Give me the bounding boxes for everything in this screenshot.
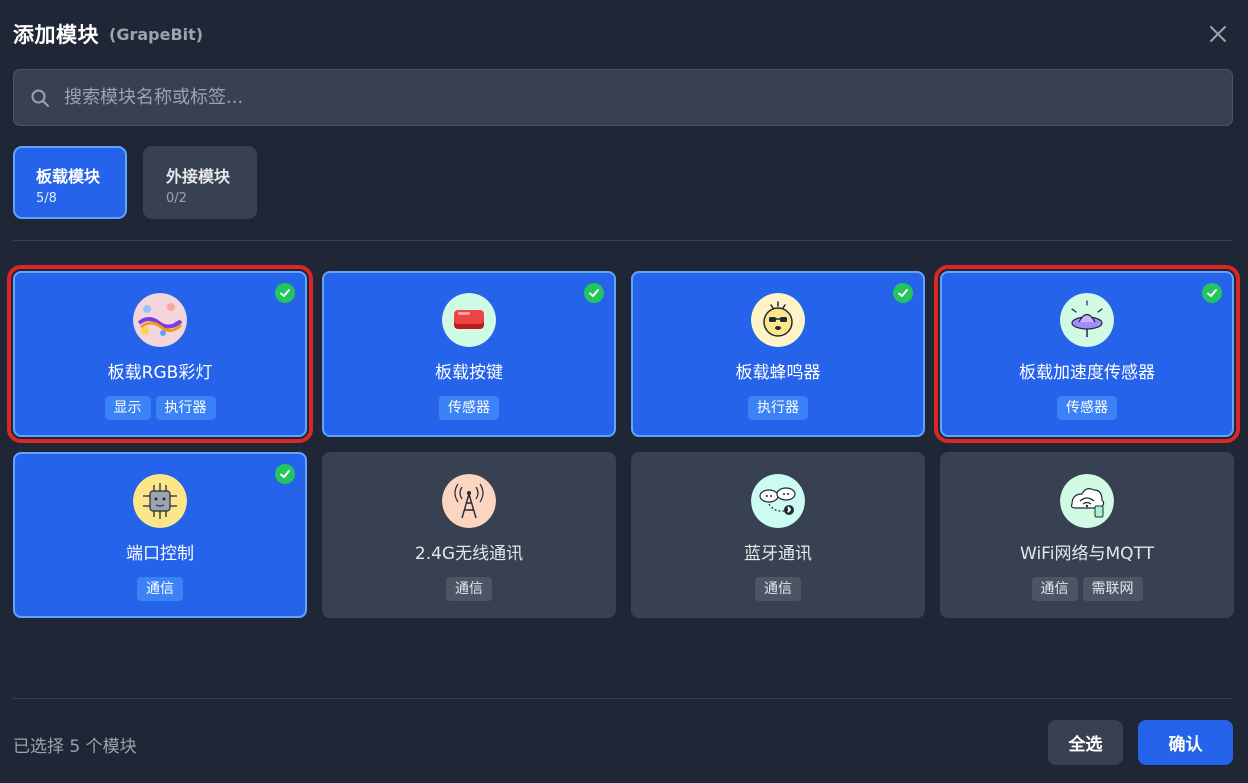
module-tag: 执行器 (748, 396, 808, 420)
search-input[interactable] (64, 87, 1164, 108)
module-name: 2.4G无线通讯 (414, 544, 524, 564)
module-tag: 显示 (104, 396, 151, 420)
dialog-title: 添加模块 (13, 23, 99, 47)
module-name: 板载按键 (435, 363, 503, 383)
module-card-rgb-light[interactable]: 板载RGB彩灯 显示 执行器 (7, 265, 313, 443)
module-tag: 通信 (755, 577, 801, 601)
check-icon (893, 283, 913, 303)
rgb-light-icon (133, 293, 187, 347)
module-card-button[interactable]: 板载按键 传感器 (322, 271, 616, 437)
close-button[interactable] (1206, 22, 1230, 46)
dialog-subtitle: (GrapeBit) (109, 24, 204, 44)
module-tags: 执行器 (633, 396, 923, 420)
module-card-buzzer[interactable]: 板载蜂鸣器 执行器 (631, 271, 925, 437)
module-tabs: 板载模块 5/8 外接模块 0/2 (13, 146, 257, 219)
module-name: 板载加速度传感器 (1019, 363, 1155, 383)
module-name: 端口控制 (126, 544, 194, 564)
check-icon (1202, 283, 1222, 303)
module-name: 板载蜂鸣器 (735, 363, 821, 383)
footer-divider (13, 698, 1233, 699)
tab-label: 板载模块 (36, 167, 101, 186)
search-bar (13, 69, 1233, 126)
module-tag: 执行器 (155, 396, 216, 420)
selection-status: 已选择 5 个模块 (13, 737, 137, 757)
module-name: WiFi网络与MQTT (1020, 544, 1154, 564)
accelerometer-icon (1060, 293, 1114, 347)
wifi-cloud-icon (1060, 474, 1114, 528)
module-tags: 传感器 (324, 396, 614, 420)
module-tag: 通信 (137, 577, 183, 601)
check-icon (275, 283, 295, 303)
divider (13, 240, 1233, 241)
button-key-icon (442, 293, 496, 347)
dialog-header: 添加模块 (GrapeBit) (13, 18, 1248, 50)
tab-count: 5/8 (36, 191, 57, 206)
module-card-port-control[interactable]: 端口控制 通信 (13, 452, 307, 618)
module-tag: 传感器 (439, 396, 499, 420)
module-tag: 通信 (1031, 577, 1078, 601)
module-tag: 通信 (446, 577, 492, 601)
port-chip-icon (133, 474, 187, 528)
check-icon (275, 464, 295, 484)
tab-label: 外接模块 (166, 167, 231, 186)
module-tags: 通信 (15, 577, 305, 601)
module-tags: 通信 (633, 577, 923, 601)
check-icon (584, 283, 604, 303)
module-tags: 传感器 (942, 396, 1232, 420)
close-icon (1210, 26, 1226, 42)
select-all-button[interactable]: 全选 (1048, 720, 1123, 765)
module-card-accelerometer[interactable]: 板载加速度传感器 传感器 (934, 265, 1240, 443)
search-icon (30, 88, 50, 108)
buzzer-icon (751, 293, 805, 347)
module-tag: 传感器 (1057, 396, 1117, 420)
module-card-radio-2-4g[interactable]: 2.4G无线通讯 通信 (322, 452, 616, 618)
module-grid: 板载RGB彩灯 显示 执行器 板载按键 传感器 板载蜂鸣器 执行器 板载加速度传… (7, 265, 1240, 618)
module-name: 蓝牙通讯 (744, 544, 812, 564)
module-name: 板载RGB彩灯 (107, 363, 213, 383)
confirm-button[interactable]: 确认 (1138, 720, 1233, 765)
bluetooth-cloud-icon (751, 474, 805, 528)
radio-tower-icon (442, 474, 496, 528)
module-tags: 通信 (324, 577, 614, 601)
module-tags: 显示 执行器 (15, 396, 305, 420)
module-tags: 通信 需联网 (942, 577, 1232, 601)
module-card-bluetooth[interactable]: 蓝牙通讯 通信 (631, 452, 925, 618)
module-card-wifi-mqtt[interactable]: WiFi网络与MQTT 通信 需联网 (940, 452, 1234, 618)
tab-onboard-modules[interactable]: 板载模块 5/8 (13, 146, 127, 219)
tab-count: 0/2 (166, 191, 187, 206)
tab-external-modules[interactable]: 外接模块 0/2 (143, 146, 257, 219)
module-tag: 需联网 (1082, 577, 1143, 601)
